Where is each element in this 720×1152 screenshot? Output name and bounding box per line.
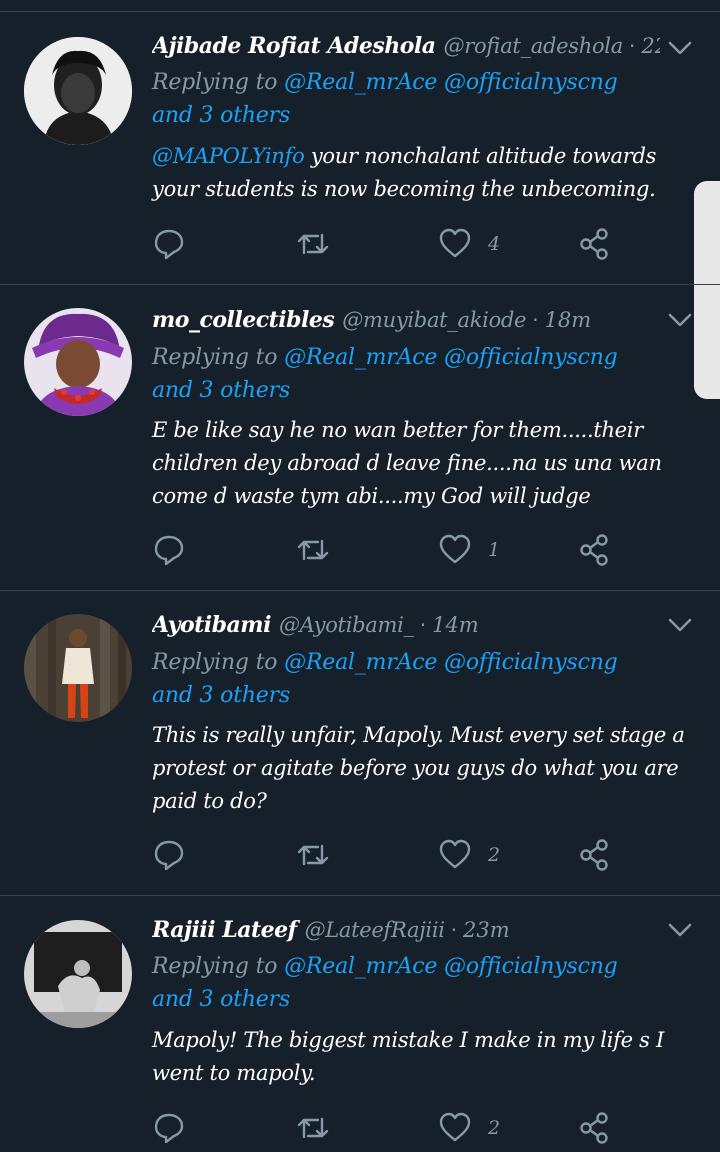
user-handle[interactable]: @LateefRajiii [305,918,445,942]
like-button[interactable]: 1 [438,530,500,570]
like-count: 4 [488,233,501,255]
replying-to: Replying to @Real_mrAce @officialnyscng … [152,66,660,132]
tweet[interactable]: mo_collectibles @muyibat_akiode · 18m Re… [0,285,720,591]
avatar-image [24,920,132,1028]
avatar-image [24,308,132,416]
retweet-icon [297,233,329,255]
reply-icon [154,1113,184,1144]
reply-icon [154,229,184,260]
retweet-button[interactable] [296,1108,330,1148]
tweet-body: E be like say he no wan better for them.… [152,418,662,508]
retweet-icon [297,844,329,866]
user-handle[interactable]: @rofiat_adeshola [444,34,624,58]
share-icon [580,228,608,260]
display-name[interactable]: mo_collectibles [152,307,335,333]
tweet[interactable]: Ayotibami @Ayotibami_ · 14m Replying to … [0,591,720,896]
tweet-body: This is really unfair, Mapoly. Must ever… [152,723,685,813]
tweet-text: @MAPOLYinfo your nonchalant altitude tow… [152,140,686,206]
share-icon [580,534,608,566]
like-button[interactable]: 2 [438,1108,500,1148]
share-button[interactable] [578,1108,612,1148]
separator-dot: · [419,613,427,637]
timestamp[interactable]: 14m [432,613,479,637]
replying-to-label: Replying to [152,70,285,95]
reply-button[interactable] [152,1108,186,1148]
separator-dot: · [450,918,458,942]
tweet-text: E be like say he no wan better for them.… [152,414,686,513]
like-count: 2 [488,1117,501,1139]
avatar[interactable] [24,920,132,1028]
timestamp[interactable]: 23m [463,918,510,942]
display-name[interactable]: Ayotibami [152,612,271,638]
chevron-down-icon[interactable] [666,306,694,334]
user-handle[interactable]: @muyibat_akiode [342,308,526,332]
reply-button[interactable] [152,530,186,570]
tweet-text: Mapoly! The biggest mistake I make in my… [152,1024,686,1090]
user-handle[interactable]: @Ayotibami_ [279,613,414,637]
replying-to: Replying to @Real_mrAce @officialnyscng … [152,646,660,712]
avatar[interactable] [24,37,132,145]
chevron-down-icon[interactable] [666,611,694,639]
display-name[interactable]: Ajibade Rofiat Adeshola [152,33,436,59]
retweet-button[interactable] [296,530,330,570]
tweet-body: Mapoly! The biggest mistake I make in my… [152,1028,664,1085]
display-name[interactable]: Rajiii Lateef [152,917,297,943]
replying-to: Replying to @Real_mrAce @officialnyscng … [152,950,660,1016]
mention-link[interactable]: @MAPOLYinfo [152,144,305,168]
avatar-image [24,614,132,722]
share-button[interactable] [578,835,612,875]
reply-button[interactable] [152,224,186,264]
share-icon [580,1112,608,1144]
separator-dot: · [628,34,636,58]
separator-dot: · [532,308,539,332]
reply-icon [154,840,184,871]
avatar-image [24,37,132,145]
chevron-down-icon[interactable] [666,34,694,62]
share-icon [580,839,608,871]
retweet-button[interactable] [296,224,330,264]
replying-to-label: Replying to [152,954,285,979]
share-button[interactable] [578,224,612,264]
tweet[interactable]: Ajibade Rofiat Adeshola @rofiat_adeshola… [0,12,720,285]
replying-to-label: Replying to [152,345,285,370]
timestamp[interactable]: 18m [545,308,592,332]
tweet[interactable]: Rajiii Lateef @LateefRajiii · 23m Replyi… [0,896,720,1152]
action-bar: 2 [152,835,632,875]
timestamp[interactable]: 22m [641,34,660,58]
tweet-text: This is really unfair, Mapoly. Must ever… [152,719,686,818]
share-button[interactable] [578,530,612,570]
like-count: 2 [488,844,501,866]
like-icon [439,839,471,869]
replying-to: Replying to @Real_mrAce @officialnyscng … [152,341,660,407]
like-icon [439,1112,471,1142]
like-button[interactable]: 4 [438,224,500,264]
avatar[interactable] [24,614,132,722]
reply-icon [154,535,184,566]
like-icon [439,228,471,258]
retweet-icon [297,1117,329,1139]
retweet-button[interactable] [296,835,330,875]
retweet-icon [297,539,329,561]
like-button[interactable]: 2 [438,835,500,875]
replying-to-label: Replying to [152,650,285,675]
avatar[interactable] [24,308,132,416]
action-bar: 2 [152,1108,632,1148]
action-bar: 4 [152,224,632,264]
reply-button[interactable] [152,835,186,875]
chevron-down-icon[interactable] [666,916,694,944]
like-count: 1 [488,539,501,561]
action-bar: 1 [152,530,632,570]
like-icon [439,534,471,564]
